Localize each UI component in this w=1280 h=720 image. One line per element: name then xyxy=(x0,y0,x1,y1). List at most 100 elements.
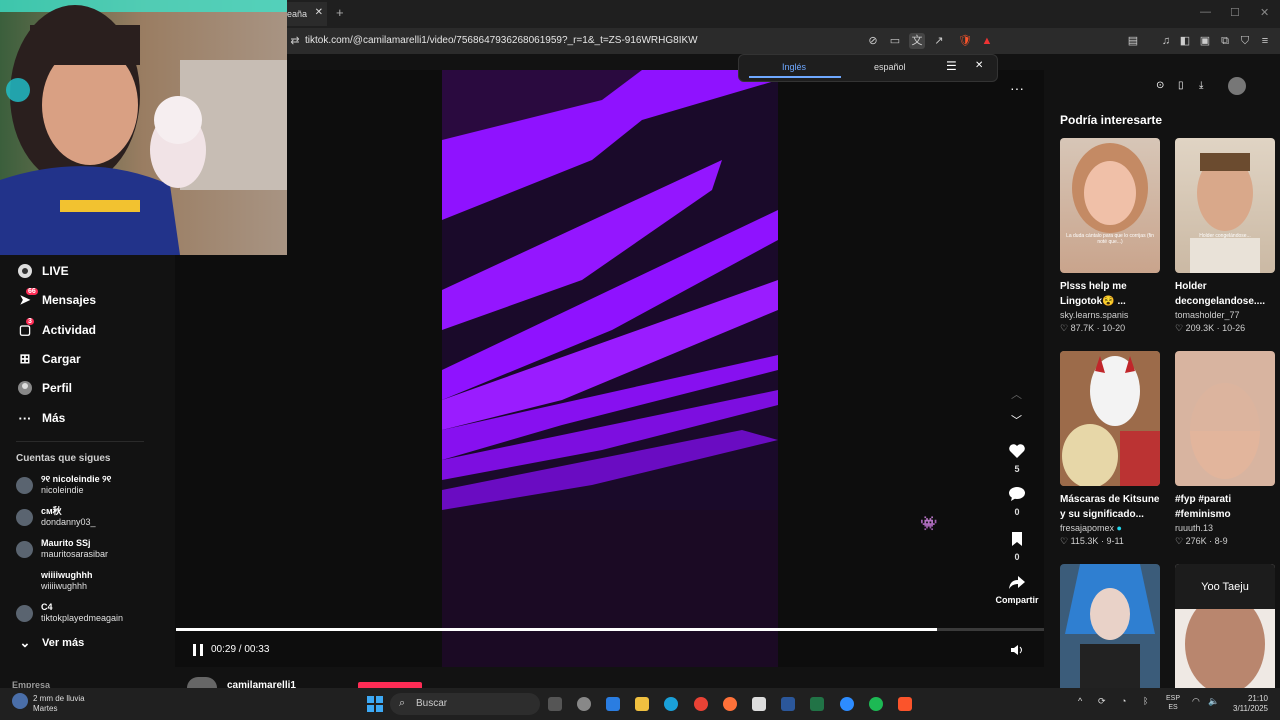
new-tab-icon[interactable]: + xyxy=(336,5,344,20)
card-user[interactable]: ruuuth.13 xyxy=(1175,523,1275,533)
sidebar-item-profile[interactable]: Perfil xyxy=(16,376,72,400)
zoom-icon[interactable] xyxy=(840,697,854,711)
chevron-up-icon[interactable]: ^ xyxy=(1078,696,1082,706)
thumbnail-caption: Holder congelándose... xyxy=(1199,233,1251,239)
share-button[interactable]: Compartir xyxy=(992,574,1042,605)
video-frame[interactable] xyxy=(442,70,778,667)
bookmark-button[interactable]: 0 xyxy=(1005,531,1029,562)
like-count: 5 xyxy=(1014,464,1020,474)
chevron-down-icon[interactable]: ﹀ xyxy=(1011,412,1022,428)
no-tracking-icon[interactable]: ⊘ xyxy=(865,33,881,49)
recommended-card[interactable]: Yoo Taeju xyxy=(1175,564,1275,688)
recommended-card[interactable]: Máscaras de Kitsune y su significado... … xyxy=(1060,351,1160,547)
word-icon[interactable] xyxy=(781,697,795,711)
chrome-icon[interactable] xyxy=(694,697,708,711)
bookmark-icon xyxy=(1012,532,1022,546)
more-options-icon[interactable]: ··· xyxy=(1010,80,1024,96)
share-page-icon[interactable]: ↗ xyxy=(931,33,947,49)
recommended-card[interactable]: La duda cántalo para que lo corrijas (fi… xyxy=(1060,138,1160,334)
app-tray-icon[interactable]: ◔ xyxy=(1121,696,1126,706)
clock[interactable]: 21:10 3/11/2025 xyxy=(1226,694,1268,714)
weather-widget[interactable]: 2 mm de lluvia Martes xyxy=(33,694,85,714)
translate-menu-icon[interactable]: ☰ xyxy=(946,59,957,73)
recommended-card[interactable]: Holder congelándose... Holder decongelan… xyxy=(1175,138,1275,334)
browser-tab[interactable]: eaña ✕ xyxy=(287,2,327,26)
music-icon[interactable]: ♫ xyxy=(1158,33,1174,49)
recommended-card[interactable] xyxy=(1060,564,1160,688)
task-view-icon[interactable] xyxy=(548,697,562,711)
file-explorer-icon[interactable] xyxy=(635,697,649,711)
following-item[interactable]: C4 tiktokplayedmeagain xyxy=(16,602,123,624)
sidebar-item-more[interactable]: ··· Más xyxy=(16,406,66,430)
sidebar-item-activity[interactable]: ▢ 3 Actividad xyxy=(16,318,96,342)
language-indicator[interactable]: ESP ES xyxy=(1166,694,1180,712)
following-item[interactable]: ୨୧ nicoleindie ୨୧ nicoleindie xyxy=(16,474,111,496)
target-language-tab[interactable]: español xyxy=(874,62,906,72)
speaker-icon[interactable]: 🔈 xyxy=(1208,696,1219,707)
avatar xyxy=(16,540,33,558)
spotify-icon[interactable] xyxy=(869,697,883,711)
recommended-card[interactable]: #fyp #parati #feminismo ruuuth.13 ♡ 276K… xyxy=(1175,351,1275,547)
translate-close-icon[interactable]: ✕ xyxy=(975,60,983,71)
window-close-icon[interactable]: ✕ xyxy=(1260,6,1269,19)
site-info-icon[interactable]: ⇄ xyxy=(287,33,303,49)
download-icon[interactable]: ⤓ xyxy=(1199,80,1203,91)
extensions-icon[interactable]: ⧉ xyxy=(1217,33,1233,49)
rewards-icon[interactable]: ▲ xyxy=(979,33,995,49)
minimize-icon[interactable]: — xyxy=(1200,6,1211,18)
see-more-button[interactable]: ⌄ Ver más xyxy=(16,631,85,655)
tab-close-icon[interactable]: ✕ xyxy=(315,7,323,18)
video-thumbnail xyxy=(1060,564,1160,688)
sidebar-item-live[interactable]: LIVE xyxy=(16,259,69,283)
reader-icon[interactable]: ▤ xyxy=(1125,33,1141,49)
chevron-up-icon[interactable]: ︿ xyxy=(1011,386,1022,402)
shield-icon[interactable]: ⛉ xyxy=(1237,33,1253,49)
card-date: 10-20 xyxy=(1102,323,1126,333)
card-user[interactable]: tomasholder_77 xyxy=(1175,310,1275,320)
coin-icon[interactable]: ⊙ xyxy=(1156,80,1164,91)
maximize-icon[interactable]: ☐ xyxy=(1230,6,1240,19)
bluetooth-icon[interactable]: ᛒ xyxy=(1143,696,1148,706)
like-button[interactable]: 5 xyxy=(1005,443,1029,474)
copilot-icon[interactable] xyxy=(606,697,620,711)
recommended-title: Podría interesarte xyxy=(1060,113,1163,127)
sidebar-item-upload[interactable]: ⊞ Cargar xyxy=(16,347,81,371)
translate-icon[interactable]: 文 xyxy=(909,33,925,49)
url-field[interactable]: tiktok.com/@camilamarelli1/video/7568647… xyxy=(305,35,698,46)
author-name[interactable]: camilamarelli1 xyxy=(227,680,296,688)
excel-icon[interactable] xyxy=(810,697,824,711)
activity-badge: 3 xyxy=(26,318,34,325)
wallet-icon[interactable]: ▣ xyxy=(1197,33,1213,49)
sidebar-toggle-icon[interactable]: ◧ xyxy=(1177,33,1193,49)
source-language-tab[interactable]: Inglés xyxy=(782,62,806,72)
user-avatar[interactable] xyxy=(1228,77,1246,95)
windows-start-icon[interactable] xyxy=(367,696,383,712)
obs-icon[interactable] xyxy=(577,697,591,711)
brave-icon[interactable] xyxy=(898,697,912,711)
menu-icon[interactable]: ≡ xyxy=(1257,33,1273,49)
brave-shield-icon[interactable]: 🛡 xyxy=(957,33,973,49)
lang-region: ES xyxy=(1168,704,1178,711)
following-item[interactable]: wiiiiwughhh wiiiiwughhh xyxy=(41,570,93,592)
device-icon[interactable]: ▯ xyxy=(1178,80,1184,91)
author-avatar[interactable] xyxy=(187,677,217,688)
card-stats: ♡ 87.7K · 10-20 xyxy=(1060,323,1126,333)
volume-icon[interactable] xyxy=(1010,643,1024,662)
taskbar-search[interactable] xyxy=(390,693,540,715)
following-item[interactable]: Maurito SSj mauritosarasibar xyxy=(16,538,108,560)
weather-icon[interactable] xyxy=(12,693,28,709)
firefox-icon[interactable] xyxy=(723,697,737,711)
card-user-name[interactable]: fresajapomex xyxy=(1060,523,1114,533)
sidebar-item-label: LIVE xyxy=(42,264,69,278)
pause-icon[interactable] xyxy=(192,643,204,656)
store-icon[interactable] xyxy=(752,697,766,711)
comment-button[interactable]: 0 xyxy=(1005,486,1029,517)
following-item[interactable]: cм秋 dondanny03_ xyxy=(16,506,96,528)
sidebar-item-messages[interactable]: ➤ 66 Mensajes xyxy=(16,288,96,312)
wifi-icon[interactable]: ◠ xyxy=(1192,696,1200,707)
network-tray-icon[interactable]: ⟳ xyxy=(1098,696,1106,707)
card-user[interactable]: sky.learns.spanis xyxy=(1060,310,1160,320)
screen-icon[interactable]: ▭ xyxy=(887,33,903,49)
edge-icon[interactable] xyxy=(664,697,678,711)
card-date: 8-9 xyxy=(1214,536,1228,546)
